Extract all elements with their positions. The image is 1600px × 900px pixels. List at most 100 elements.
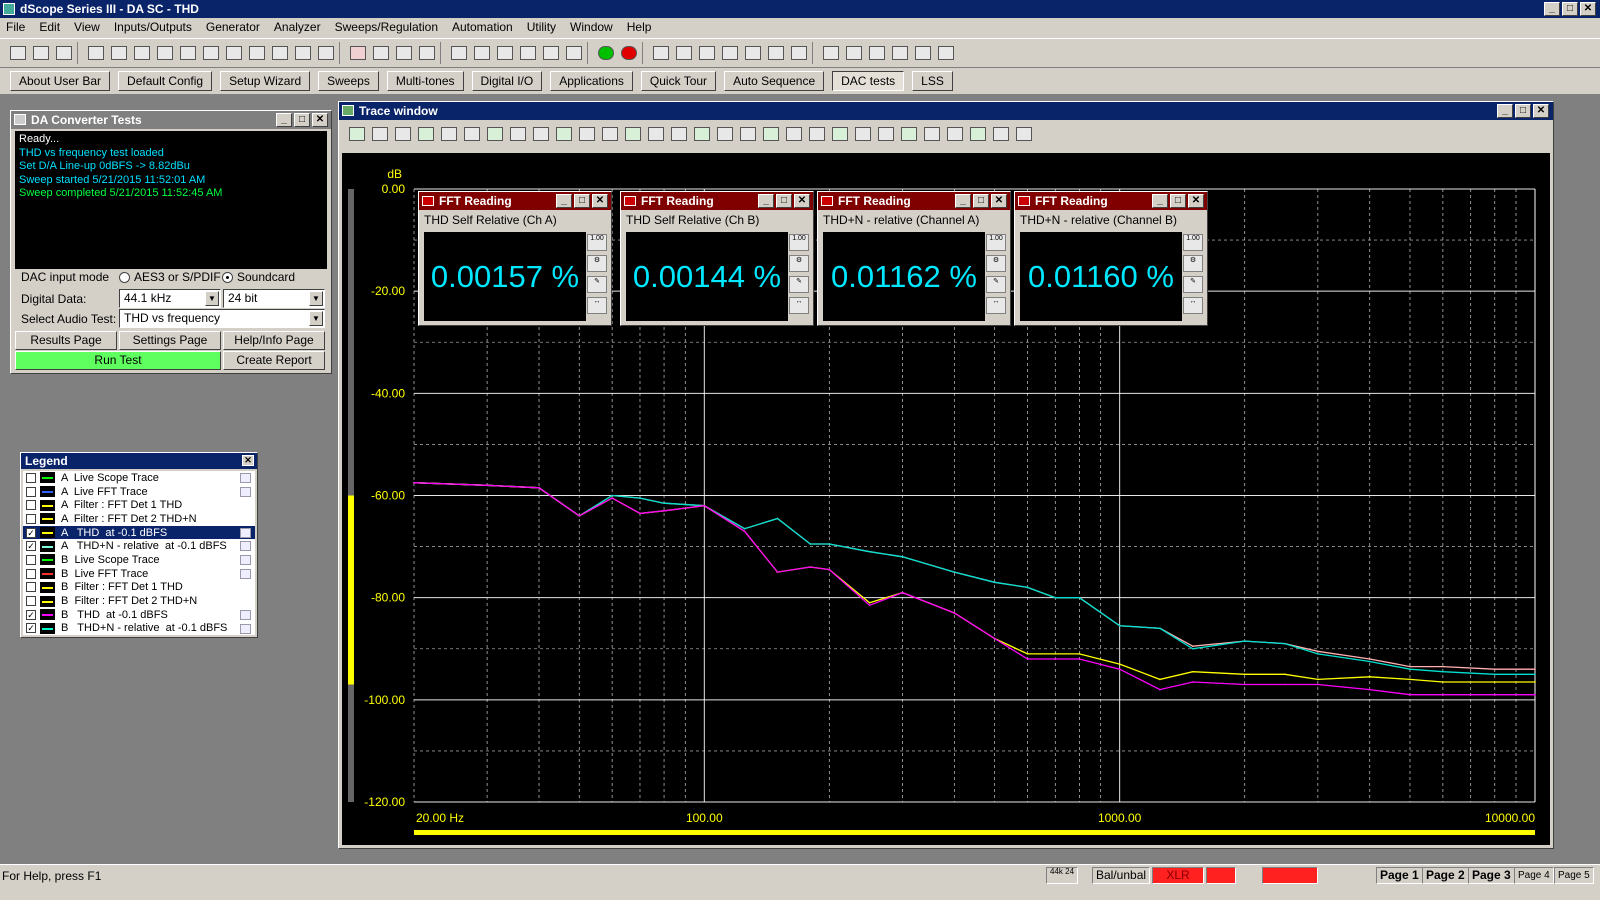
legend-row[interactable]: ✓ B THD at -0.1 dBFS <box>23 608 255 622</box>
report-icon[interactable] <box>890 43 910 63</box>
trace-tool-icon[interactable] <box>347 124 367 144</box>
menu-item-window[interactable]: Window <box>570 20 613 36</box>
fft-close-button[interactable]: ✕ <box>794 194 810 208</box>
edit-icon[interactable]: ✎ <box>587 276 607 293</box>
trace-tool-icon[interactable] <box>439 124 459 144</box>
config-icon[interactable] <box>913 43 933 63</box>
legend-row[interactable]: A Filter : FFT Det 2 THD+N <box>23 512 255 526</box>
panel-maximize-button[interactable]: □ <box>294 113 310 127</box>
close-icon[interactable]: ✕ <box>242 455 254 466</box>
trace-tool-icon[interactable] <box>416 124 436 144</box>
meter-icon[interactable] <box>495 43 515 63</box>
copy-icon[interactable] <box>240 541 251 552</box>
userbar-applications-button[interactable]: Applications <box>550 71 633 91</box>
legend-checkbox[interactable]: ✓ <box>26 527 36 538</box>
legend-row[interactable]: A Filter : FFT Det 1 THD <box>23 498 255 512</box>
copy-icon[interactable] <box>240 609 251 620</box>
filter-icon[interactable] <box>789 43 809 63</box>
legend-checkbox[interactable] <box>26 582 36 593</box>
menu-item-view[interactable]: View <box>74 20 100 36</box>
sweep-icon[interactable] <box>371 43 391 63</box>
trace-tool-icon[interactable] <box>554 124 574 144</box>
results-page-button[interactable]: Results Page <box>15 331 117 350</box>
trace-tool-icon[interactable] <box>393 124 413 144</box>
userbar-sweeps-button[interactable]: Sweeps <box>318 71 379 91</box>
trace-tool-icon[interactable] <box>669 124 689 144</box>
trace-tool-icon[interactable] <box>370 124 390 144</box>
trace-tool-icon[interactable] <box>577 124 597 144</box>
page-tab-2[interactable]: Page 2 <box>1422 867 1469 884</box>
format-icon[interactable]: 1.00 <box>587 234 607 251</box>
trace-tool-icon[interactable] <box>600 124 620 144</box>
trace-tool-icon[interactable] <box>784 124 804 144</box>
trace-tool-icon[interactable] <box>991 124 1011 144</box>
export-icon[interactable] <box>936 43 956 63</box>
settings-icon[interactable]: ⚙ <box>986 255 1006 272</box>
legend-checkbox[interactable] <box>26 500 36 511</box>
meter-icon[interactable] <box>518 43 538 63</box>
userbar-lss-button[interactable]: LSS <box>912 71 953 91</box>
userbar-about-user-bar-button[interactable]: About User Bar <box>10 71 111 91</box>
format-icon[interactable]: 1.00 <box>986 234 1006 251</box>
fft-close-button[interactable]: ✕ <box>592 194 608 208</box>
settings-icon[interactable]: ⚙ <box>789 255 809 272</box>
format-icon[interactable]: 1.00 <box>1183 234 1203 251</box>
settings-icon[interactable]: ⚙ <box>1183 255 1203 272</box>
trace-tool-icon[interactable] <box>899 124 919 144</box>
legend-row[interactable]: B Live Scope Trace <box>23 553 255 567</box>
input-icon[interactable] <box>316 43 336 63</box>
legend-row[interactable]: B Live FFT Trace <box>23 567 255 581</box>
trace-tool-icon[interactable] <box>830 124 850 144</box>
output-icon[interactable] <box>201 43 221 63</box>
input-icon[interactable] <box>270 43 290 63</box>
fft-maximize-button[interactable]: □ <box>574 194 590 208</box>
userbar-setup-wizard-button[interactable]: Setup Wizard <box>220 71 311 91</box>
fft-minimize-button[interactable]: _ <box>556 194 572 208</box>
edit-icon[interactable]: ✎ <box>986 276 1006 293</box>
soundcard-radio[interactable] <box>222 271 233 283</box>
trace-tool-icon[interactable] <box>761 124 781 144</box>
trace-tool-icon[interactable] <box>646 124 666 144</box>
record-icon[interactable] <box>619 43 639 63</box>
expand-icon[interactable]: ↔ <box>1183 297 1203 314</box>
meter-icon[interactable] <box>449 43 469 63</box>
regulation-icon[interactable] <box>844 43 864 63</box>
trace-tool-icon[interactable] <box>876 124 896 144</box>
legend-checkbox[interactable]: ✓ <box>26 623 36 634</box>
aes-radio[interactable] <box>119 271 130 283</box>
legend-checkbox[interactable] <box>26 568 36 579</box>
fft-minimize-button[interactable]: _ <box>758 194 774 208</box>
legend-checkbox[interactable] <box>26 596 36 607</box>
page-tab-4[interactable]: Page 4 <box>1514 867 1554 884</box>
legend-checkbox[interactable]: ✓ <box>26 609 36 620</box>
trace-tool-icon[interactable] <box>968 124 988 144</box>
trace-maximize-button[interactable]: □ <box>1515 104 1531 118</box>
legend-checkbox[interactable] <box>26 486 36 497</box>
copy-icon[interactable] <box>240 623 251 634</box>
trace-minimize-button[interactable]: _ <box>1497 104 1513 118</box>
legend-row[interactable]: A Live FFT Trace <box>23 485 255 499</box>
legend-row[interactable]: ✓ B THD+N - relative at -0.1 dBFS <box>23 622 255 636</box>
trace-tool-icon[interactable] <box>945 124 965 144</box>
menu-item-automation[interactable]: Automation <box>452 20 513 36</box>
maximize-button[interactable]: □ <box>1562 2 1578 16</box>
userbar-dac-tests-button[interactable]: DAC tests <box>832 71 905 91</box>
legend-row[interactable]: A Live Scope Trace <box>23 471 255 485</box>
close-button[interactable]: ✕ <box>1580 2 1596 16</box>
menu-item-file[interactable]: File <box>6 20 25 36</box>
input-icon[interactable] <box>293 43 313 63</box>
trace-tool-icon[interactable] <box>738 124 758 144</box>
trace-tool-icon[interactable] <box>623 124 643 144</box>
trace-tool-icon[interactable] <box>485 124 505 144</box>
create-report-button[interactable]: Create Report <box>223 351 325 370</box>
run-test-button[interactable]: Run Test <box>15 351 221 370</box>
page-tab-3[interactable]: Page 3 <box>1468 867 1515 884</box>
menu-item-analyzer[interactable]: Analyzer <box>274 20 321 36</box>
open-icon[interactable] <box>8 43 28 63</box>
sweep-icon[interactable] <box>417 43 437 63</box>
panel-close-button[interactable]: ✕ <box>312 113 328 127</box>
fft-minimize-button[interactable]: _ <box>1152 194 1168 208</box>
stop-icon[interactable] <box>348 43 368 63</box>
trace-tool-icon[interactable] <box>1014 124 1034 144</box>
userbar-auto-sequence-button[interactable]: Auto Sequence <box>724 71 825 91</box>
